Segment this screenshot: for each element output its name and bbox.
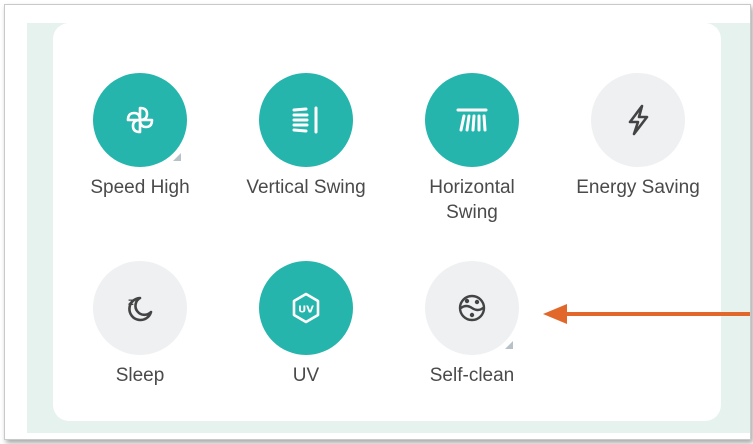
fan-icon <box>126 106 154 134</box>
sleep-moon-icon: z <box>128 296 153 322</box>
horizontal-swing-icon <box>456 108 488 132</box>
mode-label: Speed High <box>90 177 190 198</box>
uv-button[interactable]: UV <box>259 261 353 355</box>
uv-icon: UV <box>292 292 320 324</box>
sleep-button[interactable]: z <box>93 261 187 355</box>
annotation-arrow <box>543 304 750 324</box>
svg-text:UV: UV <box>298 305 314 316</box>
mode-horizontal-swing[interactable]: Horizontal Swing <box>388 73 556 225</box>
mode-label: Energy Saving <box>576 177 700 198</box>
self-clean-button[interactable] <box>425 261 519 355</box>
mode-label: Self-clean <box>429 365 515 386</box>
mode-vertical-swing[interactable]: Vertical Swing <box>222 73 390 200</box>
vertical-swing-icon <box>292 106 318 134</box>
energy-saving-button[interactable] <box>591 73 685 167</box>
horizontal-swing-button[interactable] <box>425 73 519 167</box>
submenu-indicator <box>173 153 181 161</box>
mode-label: UV <box>292 365 320 386</box>
mode-label: Sleep <box>115 365 165 386</box>
submenu-indicator <box>505 341 513 349</box>
vertical-swing-button[interactable] <box>259 73 353 167</box>
speed-high-button[interactable] <box>93 73 187 167</box>
screenshot-frame: Speed High Vertical Swing Horizontal Swi… <box>4 4 751 440</box>
self-clean-icon <box>458 294 486 322</box>
mode-uv[interactable]: UV UV <box>222 261 390 388</box>
lightning-icon <box>628 104 649 136</box>
mode-label: Vertical Swing <box>246 177 366 198</box>
svg-text:z: z <box>128 297 134 308</box>
mode-self-clean[interactable]: Self-clean <box>388 261 556 388</box>
mode-sleep[interactable]: z Sleep <box>56 261 224 388</box>
mode-speed-high[interactable]: Speed High <box>56 73 224 200</box>
mode-panel: Speed High Vertical Swing Horizontal Swi… <box>53 23 721 421</box>
mode-energy-saving[interactable]: Energy Saving <box>554 73 722 200</box>
mode-label: Horizontal Swing <box>429 177 515 223</box>
